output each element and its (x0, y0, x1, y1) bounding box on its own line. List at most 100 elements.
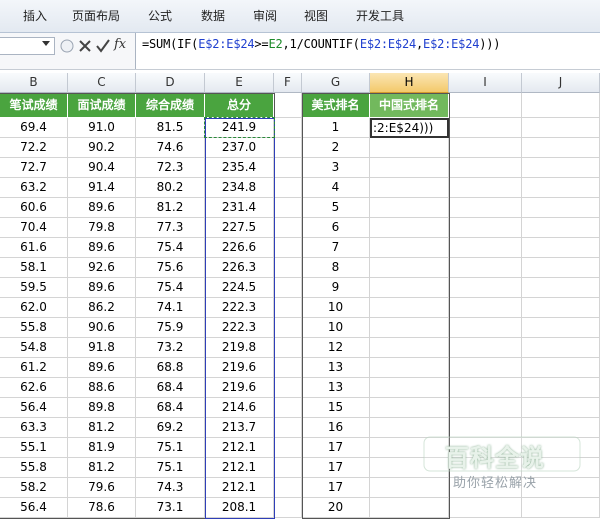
table-cell[interactable]: 58.2 (0, 478, 68, 498)
table-cell[interactable] (449, 198, 522, 218)
column-header-i[interactable]: I (449, 73, 522, 93)
table-cell[interactable]: 20 (302, 498, 370, 518)
table-cell[interactable]: 74.6 (136, 138, 205, 158)
table-cell[interactable]: 222.3 (205, 298, 274, 318)
table-cell[interactable]: 68.4 (136, 398, 205, 418)
table-cell[interactable]: 88.6 (68, 378, 136, 398)
table-cell[interactable]: 15 (302, 398, 370, 418)
table-cell[interactable]: 69.4 (0, 118, 68, 138)
close-icon[interactable] (76, 36, 94, 56)
table-cell[interactable]: 81.2 (68, 418, 136, 438)
table-cell[interactable]: 212.1 (205, 458, 274, 478)
column-header-c[interactable]: C (68, 73, 136, 93)
table-cell[interactable] (522, 358, 600, 378)
table-cell[interactable] (274, 358, 302, 378)
table-cell[interactable] (449, 238, 522, 258)
table-cell[interactable] (370, 298, 449, 318)
table-cell[interactable]: 55.1 (0, 438, 68, 458)
table-cell[interactable]: 91.4 (68, 178, 136, 198)
table-cell[interactable] (522, 218, 600, 238)
table-cell[interactable]: 81.2 (136, 198, 205, 218)
chevron-down-icon[interactable] (42, 41, 50, 46)
name-box[interactable] (0, 37, 55, 55)
table-cell[interactable]: 224.5 (205, 278, 274, 298)
table-cell[interactable]: 70.4 (0, 218, 68, 238)
table-cell[interactable]: 2 (302, 138, 370, 158)
table-cell[interactable] (274, 318, 302, 338)
table-cell[interactable] (449, 158, 522, 178)
table-cell[interactable] (274, 498, 302, 518)
table-cell[interactable]: 90.2 (68, 138, 136, 158)
table-cell[interactable]: 79.6 (68, 478, 136, 498)
table-cell[interactable] (274, 338, 302, 358)
table-cell[interactable]: 212.1 (205, 438, 274, 458)
table-cell[interactable] (274, 158, 302, 178)
table-cell[interactable]: 226.3 (205, 258, 274, 278)
table-cell[interactable]: 75.4 (136, 278, 205, 298)
table-cell[interactable]: 91.0 (68, 118, 136, 138)
table-cell[interactable] (522, 258, 600, 278)
table-cell[interactable] (370, 378, 449, 398)
table-cell[interactable] (449, 398, 522, 418)
table-cell[interactable]: 63.2 (0, 178, 68, 198)
table-cell[interactable]: 237.0 (205, 138, 274, 158)
table-cell[interactable]: 86.2 (68, 298, 136, 318)
table-cell[interactable]: 68.4 (136, 378, 205, 398)
table-cell[interactable]: 92.6 (68, 258, 136, 278)
column-header-b[interactable]: B (0, 73, 68, 93)
table-cell[interactable]: 231.4 (205, 198, 274, 218)
table-cell[interactable]: 79.8 (68, 218, 136, 238)
table-cell[interactable] (449, 318, 522, 338)
table-cell[interactable] (522, 118, 600, 138)
column-header-f[interactable]: F (274, 73, 302, 93)
table-cell[interactable] (449, 378, 522, 398)
table-cell[interactable] (274, 418, 302, 438)
table-cell[interactable] (274, 118, 302, 138)
table-cell[interactable] (370, 398, 449, 418)
column-header-g[interactable]: G (302, 73, 370, 93)
table-cell[interactable]: 10 (302, 298, 370, 318)
table-cell[interactable] (522, 138, 600, 158)
table-cell[interactable] (370, 198, 449, 218)
tab-review[interactable]: 审阅 (253, 9, 277, 23)
table-header-h[interactable]: 中国式排名 (370, 93, 449, 118)
table-cell[interactable]: 235.4 (205, 158, 274, 178)
table-cell[interactable]: 1 (302, 118, 370, 138)
table-cell[interactable]: 90.6 (68, 318, 136, 338)
table-cell[interactable] (370, 178, 449, 198)
table-cell[interactable]: 6 (302, 218, 370, 238)
table-cell[interactable] (370, 418, 449, 438)
tab-formulas[interactable]: 公式 (148, 9, 172, 23)
column-header-e[interactable]: E (205, 73, 274, 93)
empty-cell[interactable] (274, 93, 302, 118)
table-cell[interactable] (274, 398, 302, 418)
table-cell[interactable]: 208.1 (205, 498, 274, 518)
table-cell[interactable] (449, 358, 522, 378)
table-cell[interactable]: 13 (302, 358, 370, 378)
table-cell[interactable] (449, 178, 522, 198)
table-header-c[interactable]: 面试成绩 (68, 93, 136, 118)
table-cell[interactable]: 219.6 (205, 378, 274, 398)
table-cell[interactable] (370, 238, 449, 258)
table-cell[interactable]: 75.1 (136, 458, 205, 478)
table-cell[interactable] (370, 318, 449, 338)
table-cell[interactable]: 58.1 (0, 258, 68, 278)
table-cell[interactable]: 72.2 (0, 138, 68, 158)
table-cell[interactable] (370, 338, 449, 358)
table-cell[interactable]: 12 (302, 338, 370, 358)
table-cell[interactable]: 213.7 (205, 418, 274, 438)
table-cell[interactable]: 241.9 (205, 118, 274, 138)
table-header-d[interactable]: 综合成绩 (136, 93, 205, 118)
table-cell[interactable]: 68.8 (136, 358, 205, 378)
table-cell[interactable] (522, 418, 600, 438)
table-cell[interactable] (449, 278, 522, 298)
table-cell[interactable]: 73.1 (136, 498, 205, 518)
empty-cell[interactable] (522, 93, 600, 118)
table-cell[interactable]: 17 (302, 478, 370, 498)
table-cell[interactable]: 72.3 (136, 158, 205, 178)
table-cell[interactable]: 212.1 (205, 478, 274, 498)
table-cell[interactable]: 74.3 (136, 478, 205, 498)
table-cell[interactable]: 80.2 (136, 178, 205, 198)
table-cell[interactable] (370, 158, 449, 178)
column-header-j[interactable]: J (522, 73, 600, 93)
